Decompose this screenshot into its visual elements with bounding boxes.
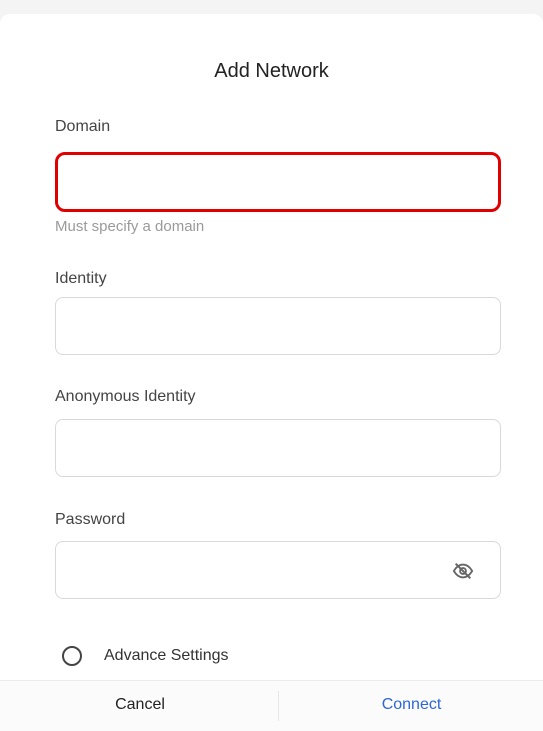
identity-field[interactable] <box>55 297 501 355</box>
advance-settings-label: Advance Settings <box>104 647 229 664</box>
dialog-title: Add Network <box>214 60 329 82</box>
domain-helper-text: Must specify a domain <box>55 218 205 235</box>
identity-input[interactable] <box>56 298 500 354</box>
cancel-button[interactable]: Cancel <box>0 681 280 731</box>
advance-settings-radio[interactable] <box>62 646 82 666</box>
domain-input[interactable] <box>58 155 498 209</box>
anonymous-identity-field[interactable] <box>55 419 501 477</box>
anonymous-identity-label: Anonymous Identity <box>55 388 196 405</box>
add-network-dialog: Add Network Domain Must specify a domain… <box>0 14 543 731</box>
eye-off-icon[interactable] <box>452 560 474 582</box>
advance-settings-option[interactable]: Advance Settings <box>62 642 229 670</box>
anonymous-identity-input[interactable] <box>56 420 500 476</box>
domain-field[interactable] <box>55 152 501 212</box>
connect-button[interactable]: Connect <box>280 681 543 731</box>
domain-label: Domain <box>55 118 111 135</box>
dialog-footer: Cancel Connect <box>0 680 543 731</box>
identity-label: Identity <box>55 270 107 287</box>
password-input[interactable] <box>56 542 500 598</box>
password-field[interactable] <box>55 541 501 599</box>
footer-divider <box>278 691 279 721</box>
password-label: Password <box>55 511 126 528</box>
